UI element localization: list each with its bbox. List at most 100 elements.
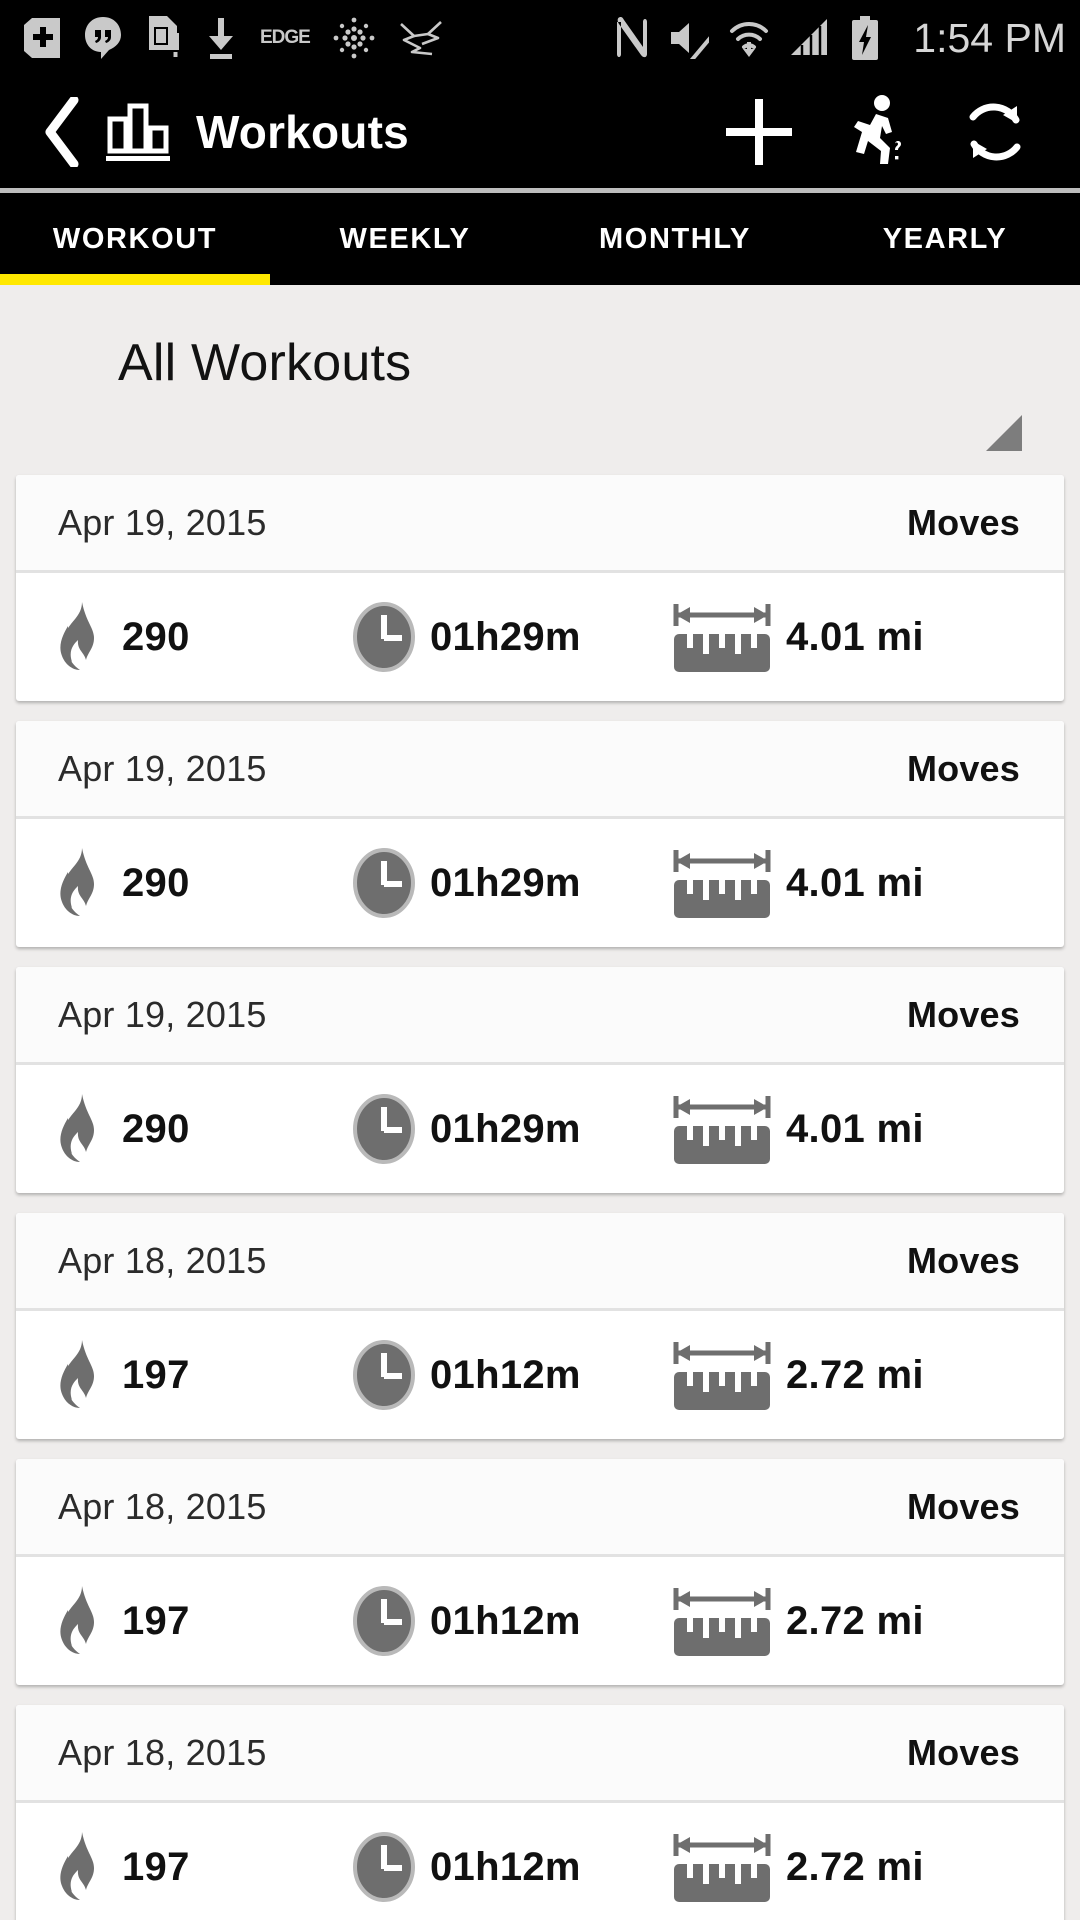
distance-stat: 2.72 mi <box>672 1336 1028 1414</box>
sim-card-alert-icon <box>144 15 182 61</box>
ruler-icon <box>672 598 772 676</box>
content-area: All Workouts Apr 19, 2015 Moves 290 01h2… <box>0 285 1080 1920</box>
workout-card-header: Apr 19, 2015 Moves <box>16 475 1064 573</box>
tab-monthly[interactable]: MONTHLY <box>540 193 810 285</box>
tab-workout-label: WORKOUT <box>52 222 218 255</box>
flame-icon <box>52 1338 108 1412</box>
action-bar: Workouts <box>0 76 1080 188</box>
duration-value: 01h29m <box>430 1106 581 1151</box>
distance-value: 2.72 mi <box>786 1844 924 1889</box>
workout-date: Apr 19, 2015 <box>58 501 267 543</box>
duration-value: 01h29m <box>430 860 581 905</box>
workout-source: Moves <box>906 1485 1020 1527</box>
duration-stat: 01h29m <box>352 847 672 919</box>
workout-card-stats: 197 01h12m 2.72 mi <box>16 1557 1064 1685</box>
unknown-activity-button[interactable] <box>818 94 936 170</box>
calories-stat: 290 <box>52 1092 352 1166</box>
workout-card-stats: 290 01h29m 4.01 mi <box>16 819 1064 947</box>
calories-value: 290 <box>122 860 190 905</box>
resize-handle-icon[interactable] <box>986 415 1022 451</box>
download-icon <box>204 16 238 60</box>
hangouts-icon <box>84 16 122 60</box>
calories-stat: 290 <box>52 600 352 674</box>
back-button[interactable] <box>26 97 96 167</box>
workout-card[interactable]: Apr 18, 2015 Moves 197 01h12m 2.72 mi <box>16 1705 1064 1920</box>
ruler-icon <box>672 1336 772 1414</box>
workout-date: Apr 19, 2015 <box>58 747 267 789</box>
status-left-icons: EDGE <box>22 15 444 61</box>
duration-stat: 01h12m <box>352 1831 672 1903</box>
workout-card-header: Apr 19, 2015 Moves <box>16 721 1064 819</box>
ruler-icon <box>672 1090 772 1168</box>
app-plus-icon <box>22 17 62 59</box>
workout-card-header: Apr 18, 2015 Moves <box>16 1459 1064 1557</box>
tab-workout[interactable]: WORKOUT <box>0 193 270 285</box>
fox-app-icon <box>398 18 444 58</box>
workout-card-header: Apr 18, 2015 Moves <box>16 1213 1064 1311</box>
clock-icon <box>352 1585 416 1657</box>
workout-list: Apr 19, 2015 Moves 290 01h29m 4.01 mi Ap… <box>0 457 1080 1920</box>
clock-icon <box>352 1093 416 1165</box>
workout-date: Apr 18, 2015 <box>58 1485 267 1527</box>
tab-weekly[interactable]: WEEKLY <box>270 193 540 285</box>
workout-card-stats: 197 01h12m 2.72 mi <box>16 1803 1064 1920</box>
app-screen: EDGE 1:54 PM Workouts WORKOUT WEEKLY MON… <box>0 0 1080 1920</box>
distance-stat: 4.01 mi <box>672 1090 1028 1168</box>
handle-row <box>0 393 1080 457</box>
workout-card-stats: 290 01h29m 4.01 mi <box>16 573 1064 701</box>
workout-source: Moves <box>906 1239 1020 1281</box>
tab-monthly-label: MONTHLY <box>599 222 751 255</box>
distance-value: 4.01 mi <box>786 614 924 659</box>
tab-yearly[interactable]: YEARLY <box>810 193 1080 285</box>
workout-source: Moves <box>906 1731 1020 1773</box>
workout-card[interactable]: Apr 18, 2015 Moves 197 01h12m 2.72 mi <box>16 1213 1064 1439</box>
calories-value: 290 <box>122 614 190 659</box>
sync-dots-icon <box>332 16 376 60</box>
calories-stat: 197 <box>52 1584 352 1658</box>
add-workout-button[interactable] <box>700 95 818 169</box>
distance-stat: 2.72 mi <box>672 1828 1028 1906</box>
workout-card-stats: 197 01h12m 2.72 mi <box>16 1311 1064 1439</box>
status-bar-clock: 1:54 PM <box>913 14 1066 61</box>
workout-card[interactable]: Apr 19, 2015 Moves 290 01h29m 4.01 mi <box>16 721 1064 947</box>
plus-icon <box>726 99 792 165</box>
distance-value: 4.01 mi <box>786 860 924 905</box>
workout-card[interactable]: Apr 19, 2015 Moves 290 01h29m 4.01 mi <box>16 475 1064 701</box>
distance-stat: 4.01 mi <box>672 844 1028 922</box>
bar-chart-icon <box>106 101 170 163</box>
duration-stat: 01h12m <box>352 1585 672 1657</box>
nfc-icon <box>615 15 649 61</box>
distance-value: 2.72 mi <box>786 1352 924 1397</box>
tab-weekly-label: WEEKLY <box>339 222 471 255</box>
wifi-icon <box>727 16 771 60</box>
cellular-signal-icon <box>789 17 831 59</box>
distance-value: 2.72 mi <box>786 1598 924 1643</box>
status-right-icons: 1:54 PM <box>615 15 1066 62</box>
duration-value: 01h12m <box>430 1598 581 1643</box>
section-heading: All Workouts <box>118 334 412 392</box>
workout-card-header: Apr 19, 2015 Moves <box>16 967 1064 1065</box>
workout-card[interactable]: Apr 18, 2015 Moves 197 01h12m 2.72 mi <box>16 1459 1064 1685</box>
flame-icon <box>52 1830 108 1904</box>
workout-source: Moves <box>906 501 1020 543</box>
distance-stat: 2.72 mi <box>672 1582 1028 1660</box>
workout-date: Apr 18, 2015 <box>58 1239 267 1281</box>
workout-source: Moves <box>906 993 1020 1035</box>
workout-card-stats: 290 01h29m 4.01 mi <box>16 1065 1064 1193</box>
clock-icon <box>352 601 416 673</box>
duration-value: 01h12m <box>430 1844 581 1889</box>
ruler-icon <box>672 844 772 922</box>
clock-icon <box>352 1831 416 1903</box>
workout-card[interactable]: Apr 19, 2015 Moves 290 01h29m 4.01 mi <box>16 967 1064 1193</box>
back-chevron-icon <box>45 97 79 167</box>
running-person-question-icon <box>854 95 901 164</box>
calories-stat: 290 <box>52 846 352 920</box>
workout-card-header: Apr 18, 2015 Moves <box>16 1705 1064 1803</box>
duration-stat: 01h12m <box>352 1339 672 1411</box>
flame-icon <box>52 1092 108 1166</box>
refresh-button[interactable] <box>936 96 1054 168</box>
duration-stat: 01h29m <box>352 601 672 673</box>
refresh-icon <box>969 103 1021 161</box>
calories-value: 197 <box>122 1598 190 1643</box>
flame-icon <box>52 600 108 674</box>
